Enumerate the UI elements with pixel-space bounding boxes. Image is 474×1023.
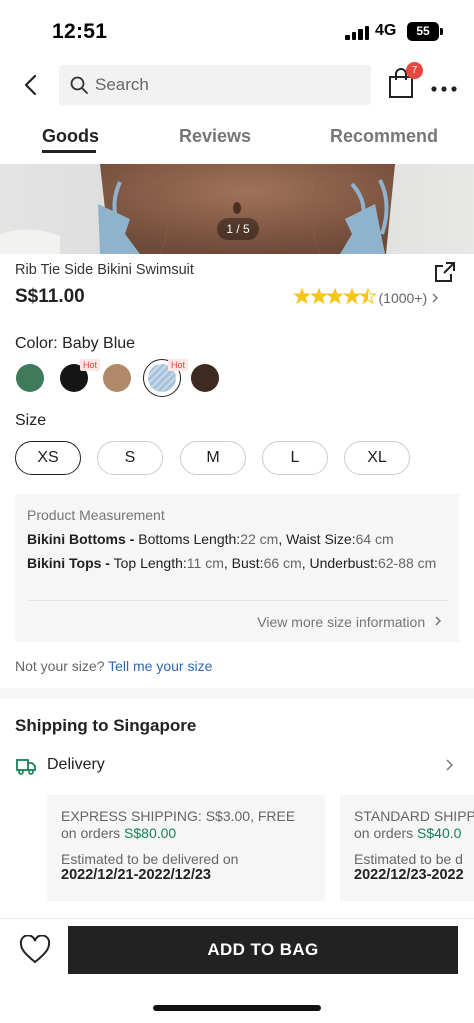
status-time: 12:51 [52, 20, 108, 43]
view-more-size-link[interactable]: View more size information [257, 614, 443, 630]
tab-goods[interactable]: Goods [42, 126, 99, 147]
rating-summary[interactable]: (1000+) [293, 287, 440, 309]
truck-icon [16, 759, 36, 775]
share-button[interactable] [433, 260, 457, 284]
status-bar: 12:51 4G 55 [0, 0, 474, 62]
search-icon [70, 76, 88, 94]
color-label: Color: Baby Blue [15, 335, 136, 352]
battery-icon: 55 [407, 22, 439, 41]
star-icon [342, 287, 361, 304]
top-nav: 7 [0, 62, 474, 108]
delivery-row[interactable]: Delivery [0, 752, 474, 780]
underbust-label: Underbust: [309, 555, 378, 571]
estimated-label: Estimated to be delivered on [61, 851, 239, 867]
estimated-label: Estimated to be d [354, 851, 463, 867]
color-swatch[interactable] [16, 364, 44, 392]
tops-name: Bikini Tops - [27, 555, 110, 571]
hot-tag: Hot [168, 359, 189, 371]
tell-me-your-size-link[interactable]: Tell me your size [108, 658, 212, 674]
star-icon [293, 287, 311, 304]
shipping-method: EXPRESS SHIPPING: S$3.00, FREE [61, 808, 296, 824]
heart-icon [19, 934, 51, 964]
estimated-dates: 2022/12/23-2022 [354, 867, 464, 883]
divider [27, 600, 447, 601]
bottom-bar-divider [0, 918, 474, 919]
back-icon [24, 74, 37, 96]
standard-shipping-card[interactable]: STANDARD SHIPPING on orders S$40.0 Estim… [340, 795, 474, 901]
view-more-label: View more size information [257, 614, 426, 630]
delivery-label: Delivery [47, 756, 105, 773]
star-icon [326, 287, 344, 304]
cart-count-badge: 7 [406, 62, 423, 79]
rating-count: (1000+) [378, 290, 428, 306]
more-button[interactable] [430, 80, 458, 92]
bust-label: Bust: [231, 555, 264, 571]
tops-length-label: Top Length: [113, 555, 187, 571]
product-tabs: Goods Reviews Recommend [0, 118, 474, 164]
size-option-xl[interactable]: XL [344, 441, 410, 475]
product-title-row: Rib Tie Side Bikini Swimsuit [15, 262, 459, 284]
network-type: 4G [375, 22, 397, 39]
express-shipping-card[interactable]: EXPRESS SHIPPING: S$3.00, FREE on orders… [47, 795, 325, 901]
waist-value: 64 cm [355, 531, 394, 547]
shipping-method: STANDARD SHIPPING [354, 808, 474, 824]
bottoms-length-value: 22 cm [240, 531, 279, 547]
free-threshold-prefix: on orders [354, 825, 414, 841]
star-icon [309, 287, 328, 304]
waist-label: Waist Size: [286, 531, 356, 547]
more-icon [431, 86, 457, 92]
product-price: S$11.00 [15, 286, 85, 307]
hot-tag: Hot [80, 359, 101, 371]
product-title: Rib Tie Side Bikini Swimsuit [15, 262, 194, 278]
bust-value: 66 cm [263, 555, 302, 571]
size-option-l[interactable]: L [262, 441, 328, 475]
bottoms-length-label: Bottoms Length: [138, 531, 241, 547]
share-icon [435, 262, 455, 282]
signal-icon [345, 25, 371, 40]
image-counter: 1 / 5 [217, 218, 259, 240]
free-threshold-prefix: on orders [61, 825, 121, 841]
measurement-title: Product Measurement [27, 507, 165, 523]
size-help: Not your size? Tell me your size [15, 658, 212, 674]
estimated-dates: 2022/12/21-2022/12/23 [61, 867, 211, 883]
size-option-m[interactable]: M [180, 441, 246, 475]
star-icon [359, 287, 377, 304]
shipping-title: Shipping to Singapore [15, 716, 197, 735]
battery-cap [440, 28, 443, 35]
product-measurement: Product Measurement Bikini Bottoms - Bot… [15, 494, 459, 642]
color-swatch[interactable] [191, 364, 219, 392]
color-swatch[interactable] [103, 364, 131, 392]
bottoms-name: Bikini Bottoms - [27, 531, 135, 547]
section-divider [0, 688, 474, 699]
chevron-right-icon [435, 616, 442, 626]
search-input[interactable] [95, 65, 365, 105]
underbust-value: 62-88 cm [377, 555, 437, 571]
size-help-question: Not your size? [15, 658, 105, 674]
rating-stars [293, 287, 377, 309]
add-to-bag-button[interactable]: ADD TO BAG [68, 926, 458, 974]
back-button[interactable] [16, 70, 46, 100]
measurement-bottoms: Bikini Bottoms - Bottoms Length:22 cm, W… [27, 531, 394, 547]
measurement-tops: Bikini Tops - Top Length:11 cm, Bust:66 … [27, 555, 437, 571]
chevron-right-icon [446, 759, 454, 771]
size-label: Size [15, 412, 47, 429]
tab-active-indicator [42, 150, 96, 153]
tab-reviews[interactable]: Reviews [179, 126, 251, 147]
product-photo [0, 164, 474, 254]
free-threshold: on orders S$80.00 [61, 825, 176, 841]
tops-length-value: 11 cm [186, 555, 224, 571]
chevron-right-icon [432, 293, 439, 303]
size-option-xs[interactable]: XS [15, 441, 81, 475]
tab-recommend[interactable]: Recommend [330, 126, 438, 147]
search-bar[interactable] [59, 65, 371, 105]
home-indicator [153, 1005, 321, 1011]
product-image[interactable]: 1 / 5 [0, 164, 474, 254]
free-threshold-amount: S$40.0 [417, 825, 462, 841]
free-threshold-amount: S$80.00 [124, 825, 177, 841]
free-threshold: on orders S$40.0 [354, 825, 461, 841]
size-option-s[interactable]: S [97, 441, 163, 475]
wishlist-button[interactable] [19, 934, 51, 965]
